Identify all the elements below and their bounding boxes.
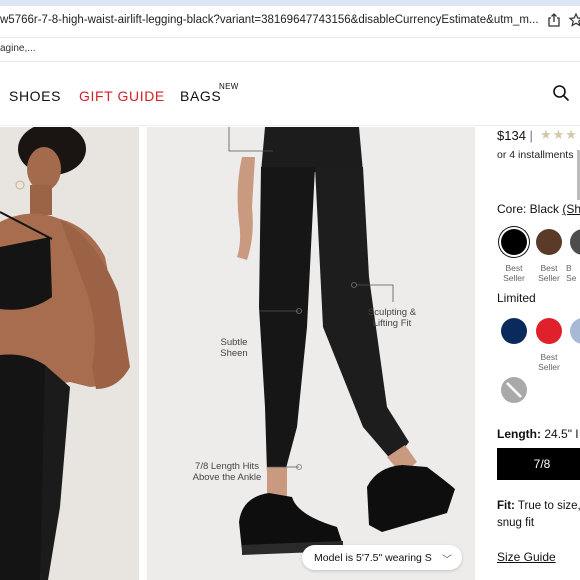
swatch-tag: Best Seller [538,352,560,372]
swatch-tag: B Se [566,263,577,283]
search-icon[interactable] [552,84,570,102]
rating-stars[interactable]: ★★★ [540,127,578,143]
core-color-label: Core: Black (Sh [497,202,580,216]
nav-bags[interactable]: BAGS [180,88,221,104]
limited-colors-label: Limited [497,291,536,305]
length-label: Length: 24.5" I [497,427,579,441]
swatch-tag: Best Seller [503,263,525,283]
model-size-text: Model is 5'7.5" wearing S [314,551,432,564]
fit-description: Fit: True to size, snug fit [497,500,580,529]
product-photo-model-front[interactable] [0,127,139,580]
installments-text: or 4 installments [497,149,574,161]
swatch-tag: Best Seller [538,263,560,283]
swatch-sold-out-grey[interactable] [501,377,527,403]
product-photo-legging-detail[interactable]: Subtle Sheen Sculpting & Lifting Fit 7/8… [147,127,475,580]
legging-illustration [147,127,475,580]
nav-shoes[interactable]: SHOES [9,88,61,104]
callout-sculpting-fit: Sculpting & Lifting Fit [367,307,417,329]
new-badge: NEW [219,82,239,91]
swatch-light-blue[interactable] [570,318,580,344]
swatch-black[interactable] [501,229,527,255]
size-guide-link[interactable]: Size Guide [497,550,556,564]
swatch-espresso[interactable] [536,229,562,255]
callout-length: 7/8 Length Hits Above the Ankle [192,461,262,483]
chevron-down-icon: ﹀ [442,555,452,566]
product-price: $134 | [497,128,533,143]
length-option-7-8[interactable]: 7/8 [497,448,580,480]
sold-out-slash-icon [506,382,522,398]
model-illustration [0,127,139,580]
callout-subtle-sheen: Subtle Sheen [220,337,248,359]
swatch-charcoal[interactable] [570,229,580,255]
shop-all-link[interactable]: (Sh [562,202,580,216]
star-bookmark-icon[interactable] [568,12,580,28]
swatch-navy[interactable] [501,318,527,344]
browser-topline [0,0,580,6]
bookmark-item[interactable]: agine,... [0,43,36,54]
browser-url-bar: w5766r-7-8-high-waist-airlift-legging-bl… [0,0,580,38]
site-navigation: SHOES GIFT GUIDE BAGS NEW [0,62,580,126]
swatch-red[interactable] [536,318,562,344]
bookmarks-bar: agine,... [0,38,580,62]
url-field[interactable]: w5766r-7-8-high-waist-airlift-legging-bl… [0,14,539,26]
model-size-dropdown[interactable]: Model is 5'7.5" wearing S ﹀ [302,545,462,570]
nav-gift-guide[interactable]: GIFT GUIDE [79,88,165,104]
share-icon[interactable] [546,12,562,28]
